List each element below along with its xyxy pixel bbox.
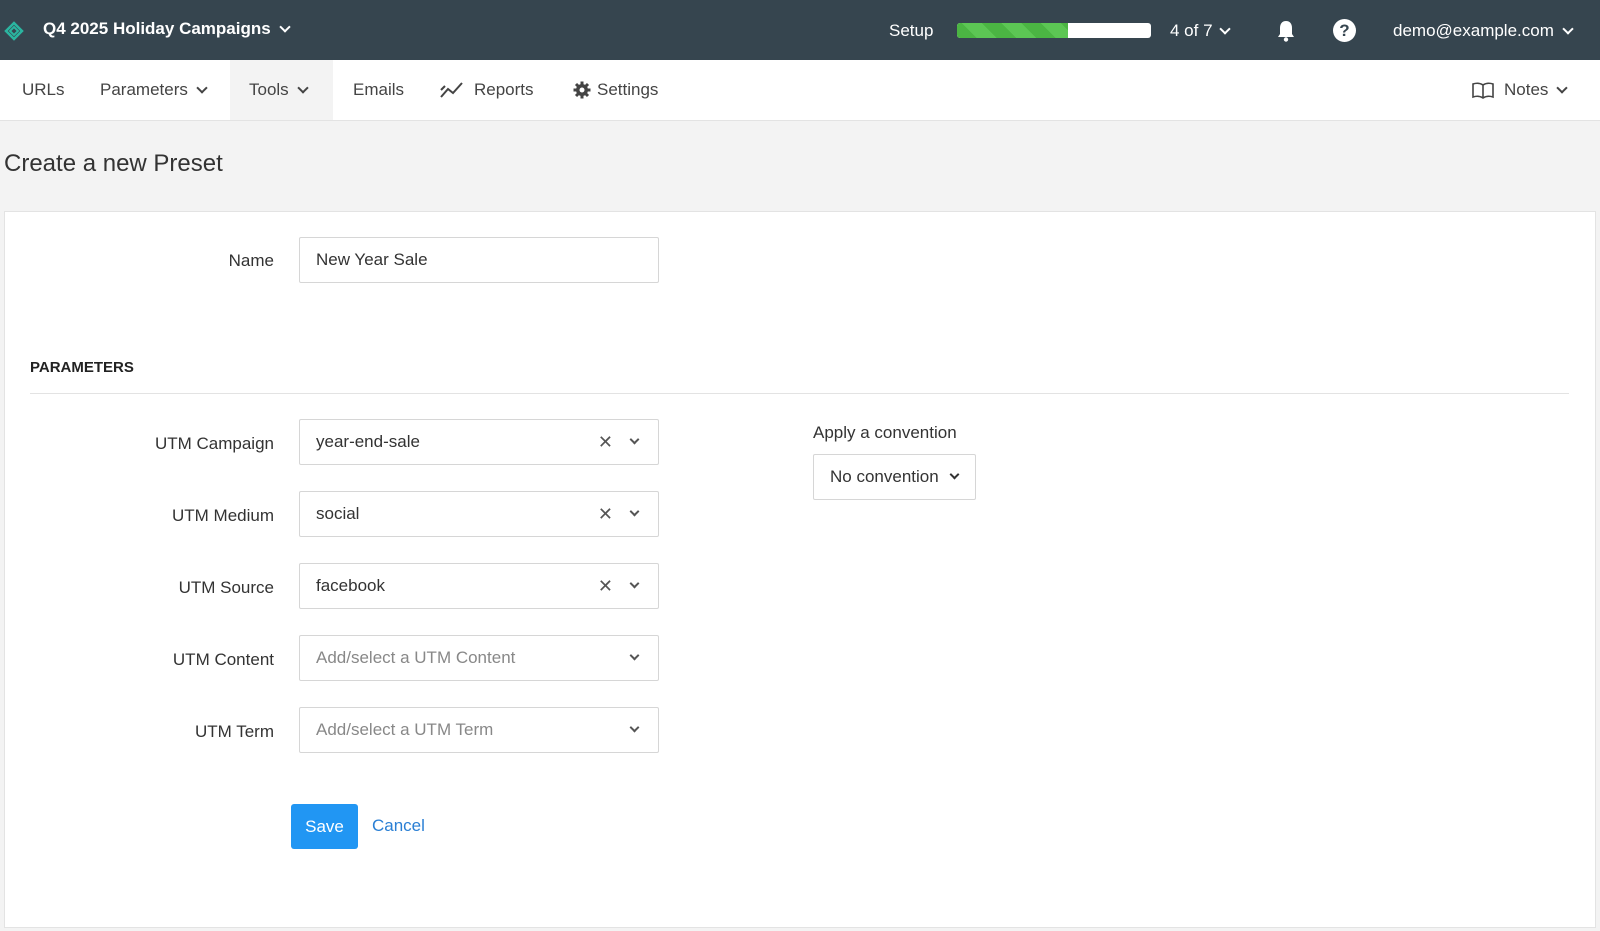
chevron-down-icon[interactable] xyxy=(629,578,640,589)
bell-icon[interactable] xyxy=(1274,19,1298,43)
setup-steps-dropdown[interactable]: 4 of 7 xyxy=(1170,21,1231,41)
nav-tools[interactable]: Tools xyxy=(230,60,333,120)
chevron-down-icon[interactable] xyxy=(629,650,640,661)
utm-campaign-value: year-end-sale xyxy=(316,432,420,451)
utm-term-placeholder: Add/select a UTM Term xyxy=(316,720,494,739)
nav-urls-label: URLs xyxy=(22,80,65,99)
utm-term-label: UTM Term xyxy=(194,722,274,741)
clear-icon[interactable]: ✕ xyxy=(598,576,613,597)
name-field[interactable]: New Year Sale xyxy=(299,237,659,283)
nav-parameters-label: Parameters xyxy=(100,80,188,99)
utm-source-value: facebook xyxy=(316,576,385,595)
name-label: Name xyxy=(228,251,274,270)
setup-steps-text: 4 of 7 xyxy=(1170,21,1213,40)
nav-emails[interactable]: Emails xyxy=(353,60,404,120)
utm-medium-value: social xyxy=(316,504,360,523)
cancel-link[interactable]: Cancel xyxy=(372,816,425,836)
utm-medium-label: UTM Medium xyxy=(171,506,274,525)
chevron-down-icon xyxy=(196,81,208,94)
chart-line-icon xyxy=(440,82,463,98)
save-button[interactable]: Save xyxy=(291,804,358,849)
account-email: demo@example.com xyxy=(1393,21,1554,40)
chevron-down-icon xyxy=(949,469,960,480)
nav-reports[interactable]: Reports xyxy=(440,60,534,120)
utm-source-label: UTM Source xyxy=(178,578,274,597)
chevron-down-icon xyxy=(1218,22,1231,35)
nav-emails-label: Emails xyxy=(353,80,405,99)
main-nav: URLs Parameters Tools Emails Reports Set… xyxy=(0,60,1600,121)
chevron-down-icon[interactable] xyxy=(629,434,640,445)
nav-settings-label: Settings xyxy=(597,80,659,99)
book-icon xyxy=(1472,82,1494,99)
workspace-name: Q4 2025 Holiday Campaigns xyxy=(43,19,271,38)
gear-icon xyxy=(573,81,591,99)
logo-icon[interactable] xyxy=(4,21,24,41)
utm-campaign-label: UTM Campaign xyxy=(154,434,274,453)
parameters-section-title: PARAMETERS xyxy=(30,359,134,376)
page-title: Create a new Preset xyxy=(4,150,223,177)
chevron-down-icon[interactable] xyxy=(629,722,640,733)
chevron-down-icon xyxy=(297,81,309,94)
chevron-down-icon xyxy=(1556,81,1569,94)
name-value: New Year Sale xyxy=(316,250,428,269)
preset-form-card xyxy=(4,211,1596,928)
utm-content-select[interactable]: Add/select a UTM Content xyxy=(299,635,659,681)
clear-icon[interactable]: ✕ xyxy=(598,432,613,453)
notes-menu[interactable]: Notes xyxy=(1472,60,1569,120)
utm-campaign-select[interactable]: year-end-sale ✕ xyxy=(299,419,659,465)
setup-progress-fill xyxy=(957,23,1068,38)
utm-source-select[interactable]: facebook ✕ xyxy=(299,563,659,609)
convention-value: No convention xyxy=(830,467,939,486)
notes-label: Notes xyxy=(1504,80,1549,99)
utm-content-placeholder: Add/select a UTM Content xyxy=(316,648,516,667)
convention-dropdown[interactable]: No convention xyxy=(813,454,976,500)
convention-label: Apply a convention xyxy=(813,423,957,442)
nav-settings[interactable]: Settings xyxy=(573,60,658,120)
setup-label: Setup xyxy=(889,21,934,40)
nav-tools-label: Tools xyxy=(249,80,289,99)
account-menu[interactable]: demo@example.com xyxy=(1393,21,1574,41)
utm-term-select[interactable]: Add/select a UTM Term xyxy=(299,707,659,753)
utm-medium-select[interactable]: social ✕ xyxy=(299,491,659,537)
chevron-down-icon[interactable] xyxy=(629,506,640,517)
utm-content-label: UTM Content xyxy=(172,650,274,669)
top-bar: Q4 2025 Holiday Campaigns Setup 4 of 7 ?… xyxy=(0,0,1600,60)
clear-icon[interactable]: ✕ xyxy=(598,504,613,525)
nav-reports-label: Reports xyxy=(474,80,534,99)
workspace-selector[interactable]: Q4 2025 Holiday Campaigns xyxy=(43,19,291,39)
nav-parameters[interactable]: Parameters xyxy=(100,60,208,120)
nav-urls[interactable]: URLs xyxy=(22,60,65,120)
section-divider xyxy=(30,393,1569,394)
setup-progress-bar[interactable] xyxy=(957,23,1151,38)
chevron-down-icon xyxy=(1562,22,1574,35)
chevron-down-icon xyxy=(279,20,291,33)
help-icon[interactable]: ? xyxy=(1333,19,1356,42)
